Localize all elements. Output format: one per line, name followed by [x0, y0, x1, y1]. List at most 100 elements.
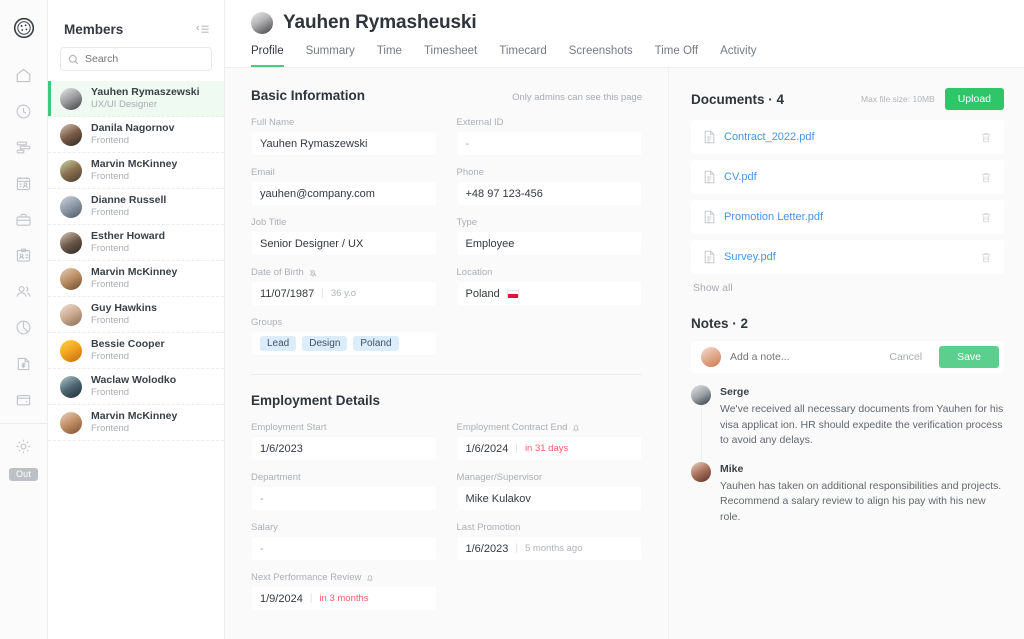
home-icon[interactable] [0, 57, 48, 93]
list-item[interactable]: Bessie CooperFrontend [48, 333, 224, 369]
dob-value: 11/07/1987 [260, 288, 314, 300]
icon-rail: Out [0, 0, 48, 639]
employment-start-input[interactable]: 1/6/2023 [251, 436, 437, 461]
gear-icon[interactable] [0, 428, 48, 464]
tab-time[interactable]: Time [377, 42, 402, 67]
collapse-list-icon[interactable] [195, 23, 210, 36]
tab-timecard[interactable]: Timecard [499, 42, 547, 67]
document-name[interactable]: Survey.pdf [724, 251, 972, 263]
last-promotion-ago: 5 months ago [525, 543, 583, 554]
document-row[interactable]: Contract_2022.pdf [691, 120, 1004, 154]
full-name-input[interactable]: Yauhen Rymaszewski [251, 131, 437, 156]
tab-time-off[interactable]: Time Off [655, 42, 698, 67]
location-input[interactable]: Poland [457, 281, 643, 306]
clock-icon[interactable] [0, 93, 48, 129]
separator: | [515, 543, 518, 554]
rail-nav [0, 57, 48, 464]
group-chip[interactable]: Lead [260, 336, 296, 351]
field-contract-end: Employment Contract End 1/6/2024 | in 31… [457, 422, 643, 461]
status-badge[interactable]: Out [9, 468, 38, 481]
max-file-size-note: Max file size: 10MB [861, 94, 935, 104]
avatar [60, 304, 82, 326]
location-value: Poland [466, 288, 500, 300]
invoice-dollar-icon[interactable] [0, 345, 48, 381]
list-item[interactable]: Danila NagornovFrontend [48, 117, 224, 153]
group-chip[interactable]: Design [302, 336, 347, 351]
upload-button[interactable]: Upload [945, 88, 1004, 110]
groups-input[interactable]: Lead Design Poland [251, 331, 437, 356]
compass-logo-icon[interactable] [13, 17, 35, 39]
contract-end-value: 1/6/2024 [466, 443, 509, 455]
note-author-avatar [691, 385, 711, 405]
list-item[interactable]: Esther HowardFrontend [48, 225, 224, 261]
note-author: Mike [720, 463, 1004, 475]
basic-information-title: Basic Information [251, 88, 365, 103]
profile-header: Yauhen Rymasheuski ProfileSummaryTimeTim… [225, 0, 1024, 68]
bell-icon[interactable] [365, 573, 375, 583]
department-input[interactable]: - [251, 486, 437, 511]
tab-summary[interactable]: Summary [306, 42, 355, 67]
field-label: Full Name [251, 117, 437, 128]
id-badge-icon[interactable] [0, 237, 48, 273]
document-row[interactable]: CV.pdf [691, 160, 1004, 194]
avatar [60, 412, 82, 434]
calendar-person-icon[interactable] [0, 165, 48, 201]
add-note-input[interactable] [730, 351, 872, 363]
tab-timesheet[interactable]: Timesheet [424, 42, 477, 67]
bell-icon[interactable] [571, 423, 581, 433]
list-item[interactable]: Yauhen RymaszewskiUX/UI Designer [48, 81, 224, 117]
search-input[interactable] [85, 53, 204, 65]
last-promotion-input[interactable]: 1/6/2023 | 5 months ago [457, 536, 643, 561]
wallet-icon[interactable] [0, 381, 48, 417]
document-row[interactable]: Promotion Letter.pdf [691, 200, 1004, 234]
date-of-birth-input[interactable]: 11/07/1987 | 36 y.o [251, 281, 437, 306]
pie-chart-icon[interactable] [0, 309, 48, 345]
list-item[interactable]: Guy HawkinsFrontend [48, 297, 224, 333]
bell-muted-icon[interactable] [308, 268, 318, 278]
type-input[interactable]: Employee [457, 231, 643, 256]
email-field[interactable]: yauhen@company.com [251, 181, 437, 206]
job-title-input[interactable]: Senior Designer / UX [251, 231, 437, 256]
notes-list: SergeWe've received all necessary docume… [691, 385, 1004, 525]
note-item: MikeYauhen has taken on additional respo… [691, 462, 1004, 526]
save-note-button[interactable]: Save [939, 346, 999, 368]
documents-title: Documents · 4 [691, 92, 784, 107]
search-box[interactable] [60, 47, 212, 71]
cancel-note-button[interactable]: Cancel [881, 347, 930, 367]
list-item[interactable]: Marvin McKinneyFrontend [48, 405, 224, 441]
avatar [60, 160, 82, 182]
document-name[interactable]: Promotion Letter.pdf [724, 211, 972, 223]
list-item[interactable]: Marvin McKinneyFrontend [48, 261, 224, 297]
documents-header: Documents · 4 Max file size: 10MB Upload [691, 88, 1004, 110]
delete-icon[interactable] [980, 211, 992, 224]
show-all-documents-link[interactable]: Show all [693, 282, 1004, 294]
manager-input[interactable]: Mike Kulakov [457, 486, 643, 511]
people-icon[interactable] [0, 273, 48, 309]
phone-field[interactable]: +48 97 123-456 [457, 181, 643, 206]
briefcase-icon[interactable] [0, 201, 48, 237]
bars-chart-icon[interactable] [0, 129, 48, 165]
list-item[interactable]: Marvin McKinneyFrontend [48, 153, 224, 189]
admin-visibility-note: Only admins can see this page [512, 92, 642, 103]
group-chip[interactable]: Poland [353, 336, 398, 351]
member-name: Marvin McKinney [91, 410, 177, 423]
delete-icon[interactable] [980, 251, 992, 264]
contract-end-input[interactable]: 1/6/2024 | in 31 days [457, 436, 643, 461]
salary-input[interactable]: - [251, 536, 437, 561]
external-id-input[interactable]: - [457, 131, 643, 156]
delete-icon[interactable] [980, 131, 992, 144]
document-row[interactable]: Survey.pdf [691, 240, 1004, 274]
document-name[interactable]: CV.pdf [724, 171, 972, 183]
list-item[interactable]: Dianne RussellFrontend [48, 189, 224, 225]
contract-end-countdown: in 31 days [525, 443, 568, 454]
next-review-input[interactable]: 1/9/2024 | in 3 months [251, 586, 437, 611]
tab-screenshots[interactable]: Screenshots [569, 42, 633, 67]
profile-avatar[interactable] [251, 12, 273, 34]
tab-profile[interactable]: Profile [251, 42, 284, 67]
list-item[interactable]: Waclaw WolodkoFrontend [48, 369, 224, 405]
tab-activity[interactable]: Activity [720, 42, 756, 67]
search-icon [68, 54, 79, 65]
members-search [48, 47, 224, 81]
document-name[interactable]: Contract_2022.pdf [724, 131, 972, 143]
delete-icon[interactable] [980, 171, 992, 184]
